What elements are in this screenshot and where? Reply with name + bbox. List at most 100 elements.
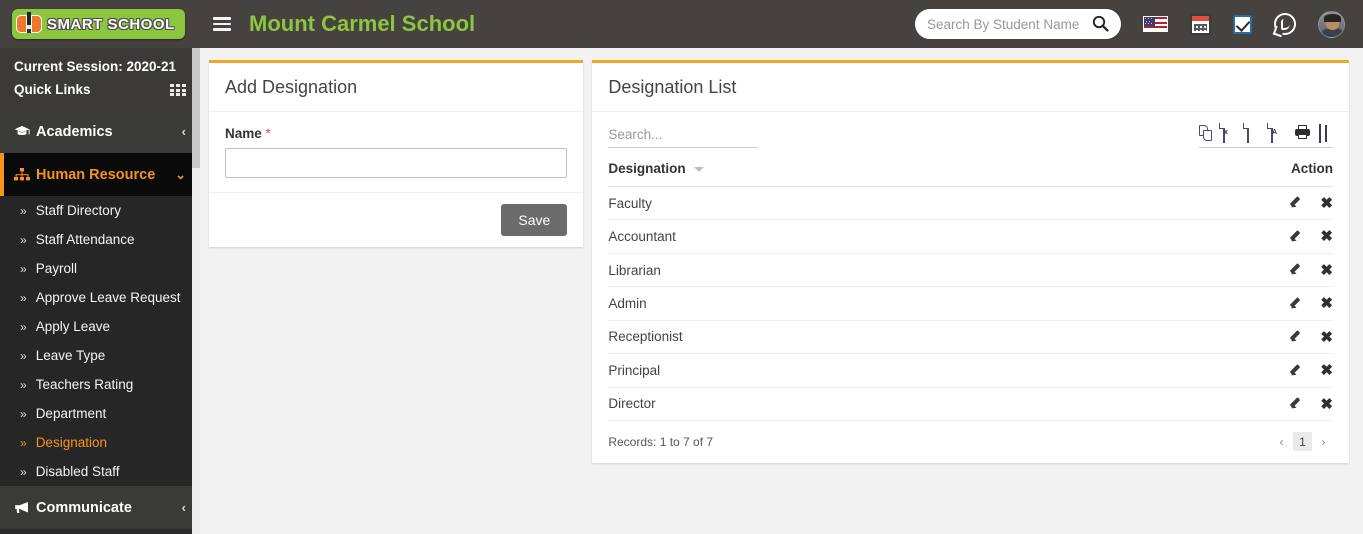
sidebar-item-academics[interactable]: Academics ‹ (0, 110, 200, 153)
book-icon (16, 12, 42, 35)
export-buttons: x A (1199, 123, 1333, 148)
sidebar-item-staff-attendance[interactable]: » Staff Attendance (0, 225, 200, 254)
table-search-input[interactable] (608, 124, 759, 148)
sidebar-scrollbar-thumb[interactable] (192, 48, 200, 168)
sort-caret-icon[interactable] (694, 166, 705, 172)
designation-table-wrap: Designation Action Faculty ✖ Accountant … (592, 148, 1349, 422)
chevron-double-right-icon: » (20, 435, 27, 450)
sidebar-item-payroll[interactable]: » Payroll (0, 254, 200, 283)
edit-pencil-icon[interactable] (1289, 329, 1303, 345)
print-icon[interactable] (1295, 124, 1310, 142)
delete-x-icon[interactable]: ✖ (1320, 363, 1333, 378)
sidebar-item-label: Department (35, 406, 107, 421)
table-row: Faculty ✖ (608, 186, 1333, 221)
chevron-left-icon: ‹ (181, 124, 186, 139)
table-head: Designation Action (608, 148, 1333, 187)
table-row: Director ✖ (608, 387, 1333, 422)
table-header-row: Designation Action (608, 148, 1333, 187)
edit-pencil-icon[interactable] (1289, 195, 1303, 211)
delete-x-icon[interactable]: ✖ (1320, 229, 1333, 244)
flag-icon[interactable] (1143, 16, 1168, 32)
pagination-prev[interactable]: ‹ (1272, 432, 1291, 451)
table-toolbar: x A (592, 111, 1349, 148)
records-info: Records: 1 to 7 of 7 (608, 434, 714, 449)
chevron-double-right-icon: » (20, 406, 27, 421)
edit-pencil-icon[interactable] (1289, 262, 1303, 278)
sidebar-item-apply-leave[interactable]: » Apply Leave (0, 312, 200, 341)
designation-table: Designation Action Faculty ✖ Accountant … (608, 148, 1333, 422)
checkbox-icon[interactable] (1233, 14, 1252, 34)
chevron-double-right-icon: » (20, 377, 27, 392)
menu-icon[interactable] (213, 14, 231, 34)
chevron-left-icon: ‹ (181, 500, 186, 515)
edit-pencil-icon[interactable] (1289, 363, 1303, 379)
calendar-icon[interactable] (1190, 13, 1211, 35)
avatar[interactable] (1318, 10, 1345, 38)
sidebar-item-label: Communicate (36, 499, 132, 516)
sidebar-item-label: Designation (35, 435, 107, 450)
name-input[interactable] (225, 148, 568, 178)
quick-links-label[interactable]: Quick Links (14, 80, 91, 100)
table-row: Admin ✖ (608, 286, 1333, 321)
cell-designation: Principal (608, 353, 1063, 388)
whatsapp-icon[interactable] (1274, 13, 1296, 35)
save-button[interactable]: Save (501, 204, 568, 236)
table-row: Accountant ✖ (608, 219, 1333, 254)
sidebar-item-department[interactable]: » Department (0, 399, 200, 428)
excel-icon[interactable]: x (1223, 123, 1237, 143)
cell-action: ✖ (1062, 320, 1333, 355)
csv-icon[interactable] (1247, 123, 1261, 143)
sitemap-icon (14, 168, 36, 181)
brand-logo[interactable]: SMART SCHOOL (0, 0, 200, 48)
sidebar-scrollbar[interactable] (192, 48, 200, 534)
chevron-down-icon: ⌄ (175, 166, 186, 182)
column-header-designation[interactable]: Designation (608, 148, 1063, 187)
student-search-box[interactable] (915, 9, 1121, 39)
delete-x-icon[interactable]: ✖ (1320, 263, 1333, 278)
sidebar-item-designation[interactable]: » Designation (0, 428, 200, 457)
search-icon[interactable] (1092, 15, 1109, 37)
search-input[interactable] (927, 16, 1087, 32)
cell-designation: Faculty (608, 186, 1063, 221)
cell-action: ✖ (1062, 286, 1333, 321)
chevron-double-right-icon: » (20, 464, 27, 479)
column-header-label: Designation (608, 161, 686, 176)
sidebar-item-staff-directory[interactable]: » Staff Directory (0, 196, 200, 225)
sidebar-item-label: Apply Leave (35, 319, 110, 334)
sidebar-group-communicate-wrap: Communicate ‹ (0, 486, 200, 529)
sidebar-item-disabled-staff[interactable]: » Disabled Staff (0, 457, 200, 486)
sidebar-item-approve-leave-request[interactable]: » Approve Leave Request (0, 283, 200, 312)
top-header-bar: SMART SCHOOL Mount Carmel School (0, 0, 1363, 48)
card-title: Designation List (608, 77, 737, 97)
edit-pencil-icon[interactable] (1289, 396, 1303, 412)
sidebar-item-label: Staff Directory (35, 203, 121, 218)
main-content: Add Designation Name * Save Designation … (200, 48, 1363, 534)
add-designation-footer: Save (209, 192, 584, 247)
graduation-cap-icon (14, 125, 36, 138)
pagination-page-1[interactable]: 1 (1293, 432, 1312, 452)
sidebar-item-leave-type[interactable]: » Leave Type (0, 341, 200, 370)
chevron-double-right-icon: » (20, 319, 27, 334)
pagination-next[interactable]: › (1314, 432, 1333, 451)
sidebar-item-label: Payroll (35, 261, 77, 276)
sidebar-item-human-resource[interactable]: Human Resource ⌄ (0, 153, 200, 196)
delete-x-icon[interactable]: ✖ (1320, 330, 1333, 345)
delete-x-icon[interactable]: ✖ (1320, 296, 1333, 311)
table-body: Faculty ✖ Accountant ✖ Librarian ✖ Admin… (608, 186, 1333, 422)
pdf-icon[interactable]: A (1271, 123, 1285, 143)
session-box: Current Session: 2020-21 Quick Links (0, 48, 200, 110)
delete-x-icon[interactable]: ✖ (1320, 196, 1333, 211)
page-title: Mount Carmel School (249, 11, 476, 36)
edit-pencil-icon[interactable] (1289, 229, 1303, 245)
delete-x-icon[interactable]: ✖ (1320, 397, 1333, 412)
copy-icon[interactable] (1199, 124, 1213, 142)
sidebar-item-communicate[interactable]: Communicate ‹ (0, 486, 200, 529)
grid-icon[interactable] (170, 84, 186, 96)
table-footer: Records: 1 to 7 of 7 ‹ 1 › (592, 421, 1349, 463)
column-visibility-icon[interactable] (1319, 123, 1333, 143)
sidebar-item-teachers-rating[interactable]: » Teachers Rating (0, 370, 200, 399)
column-header-label: Action (1291, 161, 1333, 176)
sidebar-item-label: Teachers Rating (35, 377, 134, 392)
cell-action: ✖ (1062, 387, 1333, 422)
edit-pencil-icon[interactable] (1289, 296, 1303, 312)
